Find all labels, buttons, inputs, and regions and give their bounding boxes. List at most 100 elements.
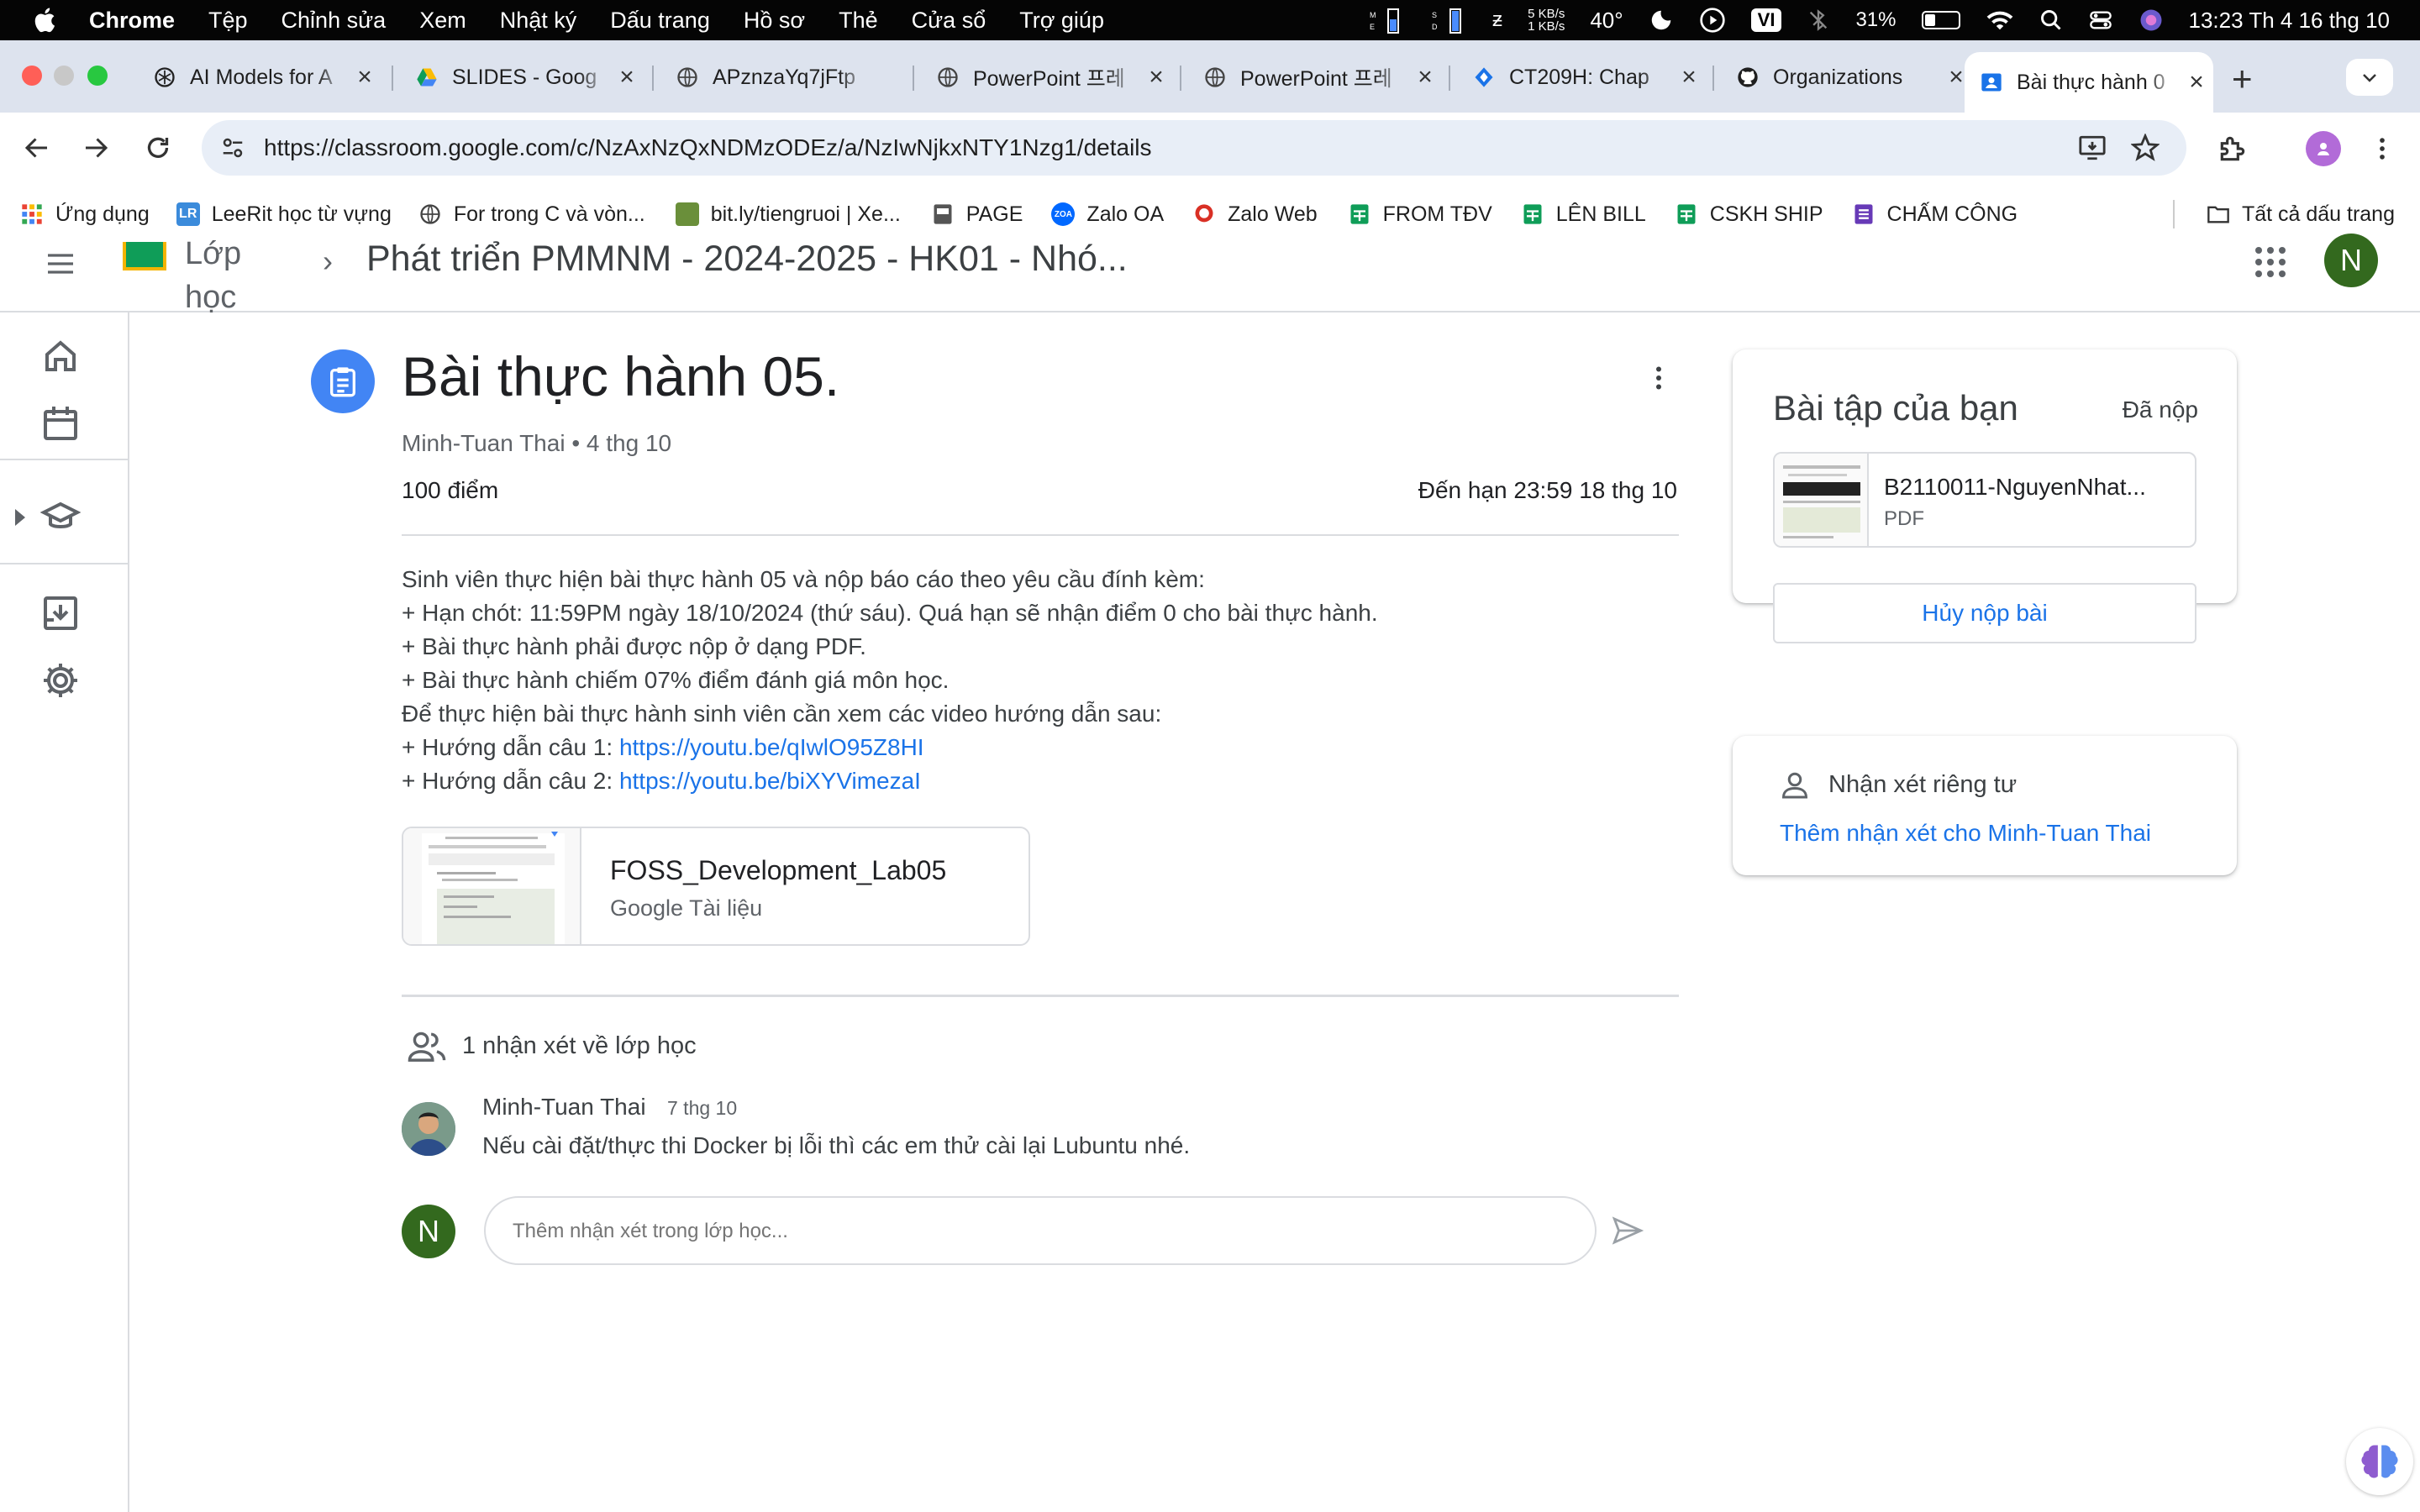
back-button[interactable]	[18, 129, 55, 166]
battery-icon[interactable]	[1921, 11, 1960, 29]
send-icon[interactable]	[1610, 1213, 1645, 1248]
play-circle-icon[interactable]	[1699, 7, 1726, 34]
bookmark-zalo-web[interactable]: Zalo Web	[1192, 202, 1318, 227]
account-avatar[interactable]: N	[2324, 234, 2378, 287]
assistant-button[interactable]	[2346, 1428, 2413, 1495]
extensions-puzzle-icon[interactable]	[2217, 133, 2249, 165]
add-private-comment-link[interactable]: Thêm nhận xét cho Minh-Tuan Thai	[1780, 820, 2151, 847]
profile-avatar[interactable]	[2306, 131, 2341, 166]
menu-view[interactable]: Xem	[419, 8, 466, 34]
breadcrumb-class-name[interactable]: Phát triển PMMNM - 2024-2025 - HK01 - Nh…	[366, 239, 1128, 280]
leerit-icon: LR	[176, 202, 200, 226]
close-tab-icon[interactable]: ×	[348, 63, 381, 92]
settings-gear-icon[interactable]	[40, 660, 81, 701]
menu-tab[interactable]: Thẻ	[839, 8, 878, 34]
menu-history[interactable]: Nhật ký	[500, 8, 577, 34]
do-not-disturb-moon-icon[interactable]	[1649, 8, 1674, 33]
video-link-1[interactable]: https://youtu.be/qIwlO95Z8HI	[619, 734, 924, 760]
bookmark-star-icon[interactable]	[2131, 134, 2160, 162]
tab-bai-thuc-hanh[interactable]: Bài thực hành 0 ×	[1965, 52, 2213, 113]
tab-ai-models[interactable]: AI Models for A ×	[138, 52, 381, 102]
bookmark-from-tdv[interactable]: FROM TĐV	[1348, 202, 1492, 227]
temperature[interactable]: 40°	[1590, 8, 1623, 34]
reload-button[interactable]	[139, 129, 176, 166]
address-bar[interactable]: https://classroom.google.com/c/NzAxNzQxN…	[202, 120, 2186, 176]
bookmark-zalo-oa[interactable]: ZOA Zalo OA	[1051, 202, 1164, 227]
bookmark-tiengruoi[interactable]: bit.ly/tiengruoi | Xe...	[675, 202, 901, 227]
apple-logo-icon[interactable]	[32, 6, 60, 34]
tab-powerpoint-1[interactable]: PowerPoint 프레 ×	[921, 52, 1173, 102]
more-options-icon[interactable]	[1644, 358, 1674, 398]
enrolled-classes-icon[interactable]	[40, 497, 81, 538]
classroom-logo-text[interactable]: Lớp học	[185, 232, 269, 319]
menu-edit[interactable]: Chỉnh sửa	[281, 8, 387, 34]
bookmark-cham-cong[interactable]: CHẤM CÔNG	[1852, 202, 2018, 227]
sleep-icon[interactable]: ƶ	[1492, 8, 1502, 32]
profile-icon	[2317, 143, 2329, 155]
memory-meter-icon[interactable]: ME	[1368, 6, 1405, 34]
menu-help[interactable]: Trợ giúp	[1019, 8, 1104, 34]
calendar-icon[interactable]	[40, 403, 81, 444]
bluetooth-off-icon[interactable]	[1807, 8, 1830, 33]
tab-powerpoint-2[interactable]: PowerPoint 프레 ×	[1188, 52, 1442, 102]
tab-ct209h[interactable]: CT209H: Chap ×	[1457, 52, 1706, 102]
all-bookmarks[interactable]: Tất cả dấu trang	[2207, 183, 2395, 245]
chrome-menu-kebab-icon[interactable]	[2368, 133, 2396, 165]
class-comment-box[interactable]	[484, 1196, 1597, 1265]
forward-button[interactable]	[77, 129, 114, 166]
menu-file[interactable]: Tệp	[208, 8, 248, 34]
url-text[interactable]: https://classroom.google.com/c/NzAxNzQxN…	[264, 134, 1152, 161]
new-tab-button[interactable]: +	[2232, 59, 2253, 99]
attachment-card[interactable]: FOSS_Development_Lab05 Google Tài liệu	[402, 827, 1030, 946]
wifi-icon[interactable]	[1986, 8, 2014, 32]
close-tab-icon[interactable]: ×	[610, 63, 644, 92]
site-info-button[interactable]	[215, 130, 250, 165]
bookmark-cskh-ship[interactable]: CSKH SHIP	[1675, 202, 1823, 227]
control-center-icon[interactable]	[2088, 8, 2113, 32]
expand-arrow-icon[interactable]	[12, 506, 29, 529]
battery-percent[interactable]: 31%	[1855, 8, 1896, 32]
tab-search-button[interactable]	[2346, 59, 2393, 96]
menu-app-name[interactable]: Chrome	[89, 8, 175, 34]
submitted-file[interactable]: B2110011-NguyenNhat... PDF	[1773, 452, 2196, 548]
spotlight-search-icon[interactable]	[2039, 8, 2063, 32]
network-speed[interactable]: 5 KB/s 1 KB/s	[1528, 8, 1565, 33]
disk-meter-icon[interactable]: SD	[1430, 6, 1467, 34]
classroom-logo-icon[interactable]	[123, 242, 166, 270]
bookmark-leerit[interactable]: LR LeeRit học từ vựng	[176, 202, 392, 227]
bookmark-page[interactable]: PAGE	[931, 202, 1023, 227]
main-menu-icon[interactable]	[44, 247, 77, 281]
bookmark-len-bill[interactable]: LÊN BILL	[1521, 202, 1646, 227]
archived-classes-icon[interactable]	[40, 593, 81, 633]
close-tab-icon[interactable]: ×	[2180, 68, 2213, 97]
tab-apznza[interactable]: APznzaYq7jFtp	[660, 52, 904, 102]
home-icon[interactable]	[40, 336, 81, 376]
bookmarks-divider	[2173, 200, 2175, 228]
close-tab-icon[interactable]: ×	[1139, 63, 1173, 92]
clock[interactable]: 13:23 Th 4 16 thg 10	[2189, 8, 2391, 34]
menu-window[interactable]: Cửa sổ	[912, 8, 986, 34]
google-apps-icon[interactable]	[2255, 247, 2286, 277]
macos-menu-bar: Chrome Tệp Chỉnh sửa Xem Nhật ký Dấu tra…	[0, 0, 2420, 40]
menu-bookmarks[interactable]: Dấu trang	[610, 8, 710, 34]
menu-profiles[interactable]: Hồ sơ	[744, 8, 805, 34]
install-app-icon[interactable]	[2077, 134, 2107, 162]
bookmark-for-trong-c[interactable]: For trong C và vòn...	[418, 202, 645, 227]
unsubmit-button[interactable]: Hủy nộp bài	[1773, 583, 2196, 643]
svg-text:D: D	[1432, 23, 1438, 31]
maximize-window-button[interactable]	[87, 66, 108, 86]
siri-icon[interactable]	[2139, 8, 2164, 33]
input-method-badge[interactable]: VI	[1750, 8, 1782, 32]
close-tab-icon[interactable]: ×	[1672, 63, 1706, 92]
svg-text:E: E	[1370, 23, 1375, 31]
bookmark-apps[interactable]: Ứng dụng	[20, 202, 150, 227]
class-comments-header[interactable]: 1 nhận xét về lớp học	[407, 1026, 697, 1065]
minimize-window-button[interactable]	[54, 66, 74, 86]
tab-organizations[interactable]: Organizations ×	[1721, 52, 1973, 102]
close-window-button[interactable]	[22, 66, 42, 86]
video-link-2[interactable]: https://youtu.be/biXYVimezaI	[619, 768, 921, 794]
close-tab-icon[interactable]: ×	[1408, 63, 1442, 92]
tab-slides[interactable]: SLIDES - Goog ×	[400, 52, 644, 102]
class-comment-input[interactable]	[513, 1216, 1571, 1247]
bookmark-label: LÊN BILL	[1555, 202, 1646, 226]
